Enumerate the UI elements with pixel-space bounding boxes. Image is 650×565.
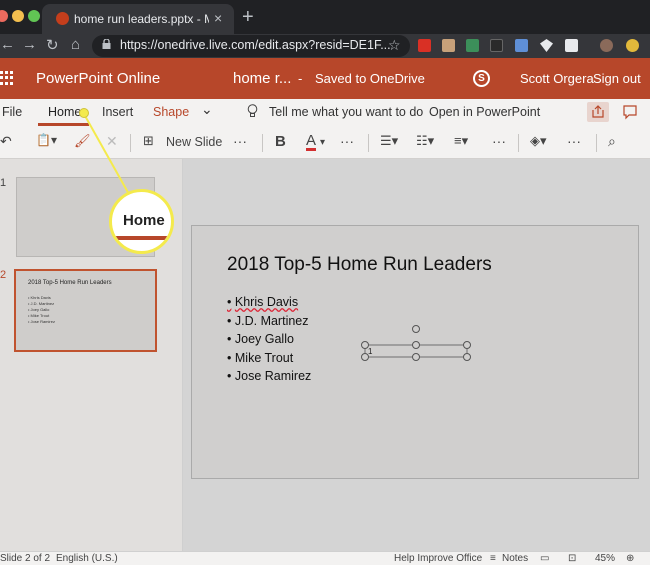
callout-underline [112,236,171,240]
callout-dot [79,108,89,118]
callout-magnifier: Home [109,189,174,254]
callout-line [83,113,131,197]
callout-label: Home [123,212,165,229]
